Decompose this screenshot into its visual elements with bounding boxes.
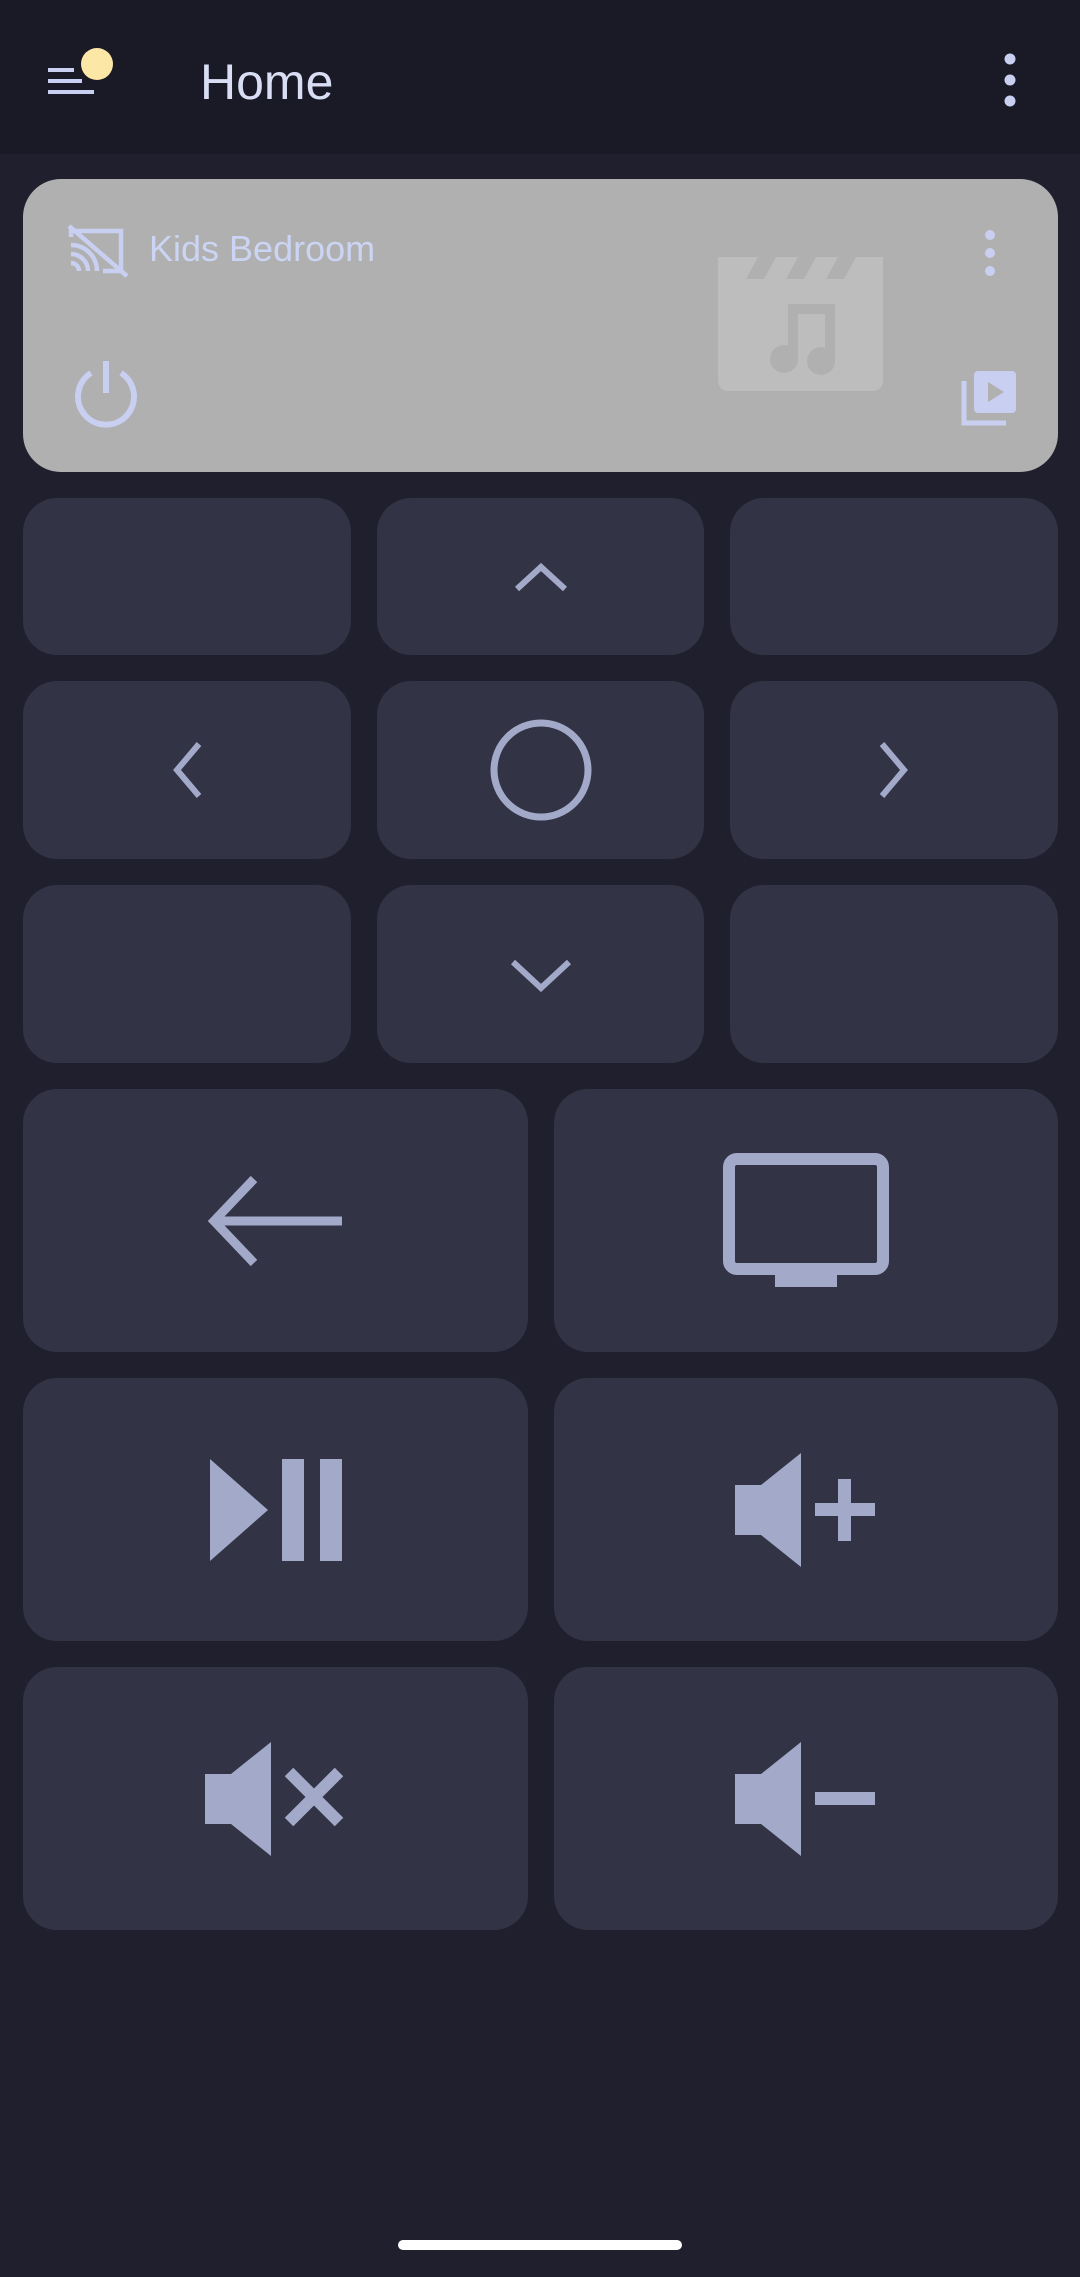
- app-bar: Home: [0, 0, 1080, 154]
- play-pause-icon: [209, 1458, 342, 1561]
- dpad-select-button[interactable]: [377, 681, 704, 859]
- tv-button[interactable]: [554, 1089, 1058, 1352]
- dpad-blank-bottom-left[interactable]: [23, 885, 351, 1063]
- dpad-blank-top-left[interactable]: [23, 498, 351, 655]
- select-circle-icon: [490, 719, 591, 821]
- dpad-down-button[interactable]: [377, 885, 704, 1063]
- overflow-menu-button[interactable]: [990, 50, 1030, 112]
- arrow-up-icon: [514, 562, 567, 591]
- movie-music-icon: [718, 257, 883, 391]
- arrow-left-icon: [173, 742, 202, 798]
- dpad-right-button[interactable]: [730, 681, 1058, 859]
- more-vert-icon: [1004, 53, 1016, 107]
- power-button[interactable]: [69, 357, 143, 436]
- playlist-play-icon: [961, 371, 1016, 426]
- playlist-button[interactable]: [960, 369, 1018, 432]
- gesture-home-indicator[interactable]: [398, 2240, 682, 2250]
- dpad-up-button[interactable]: [377, 498, 704, 655]
- arrow-down-icon: [510, 959, 571, 992]
- device-name: Kids Bedroom: [149, 228, 376, 269]
- power-icon: [75, 361, 137, 428]
- notification-dot: [81, 48, 113, 80]
- card-menu-button[interactable]: [978, 229, 1002, 282]
- volume-mute-icon: [204, 1741, 343, 1856]
- tv-icon: [723, 1152, 889, 1287]
- back-arrow-icon: [207, 1175, 342, 1266]
- dpad-left-button[interactable]: [23, 681, 351, 859]
- back-button[interactable]: [23, 1089, 528, 1352]
- more-vert-icon: [985, 230, 995, 276]
- dpad-blank-bottom-right[interactable]: [730, 885, 1058, 1063]
- dpad-blank-top-right[interactable]: [730, 498, 1058, 655]
- play-pause-button[interactable]: [23, 1378, 528, 1641]
- volume-up-button[interactable]: [554, 1378, 1058, 1641]
- volume-up-icon: [735, 1452, 875, 1567]
- volume-down-icon: [735, 1741, 875, 1856]
- volume-down-button[interactable]: [554, 1667, 1058, 1930]
- cast-disconnected-icon: [67, 224, 129, 278]
- menu-button[interactable]: [38, 42, 113, 118]
- arrow-right-icon: [879, 742, 908, 798]
- media-player-card[interactable]: Kids Bedroom: [23, 179, 1058, 472]
- page-title: Home: [200, 54, 334, 110]
- mute-button[interactable]: [23, 1667, 528, 1930]
